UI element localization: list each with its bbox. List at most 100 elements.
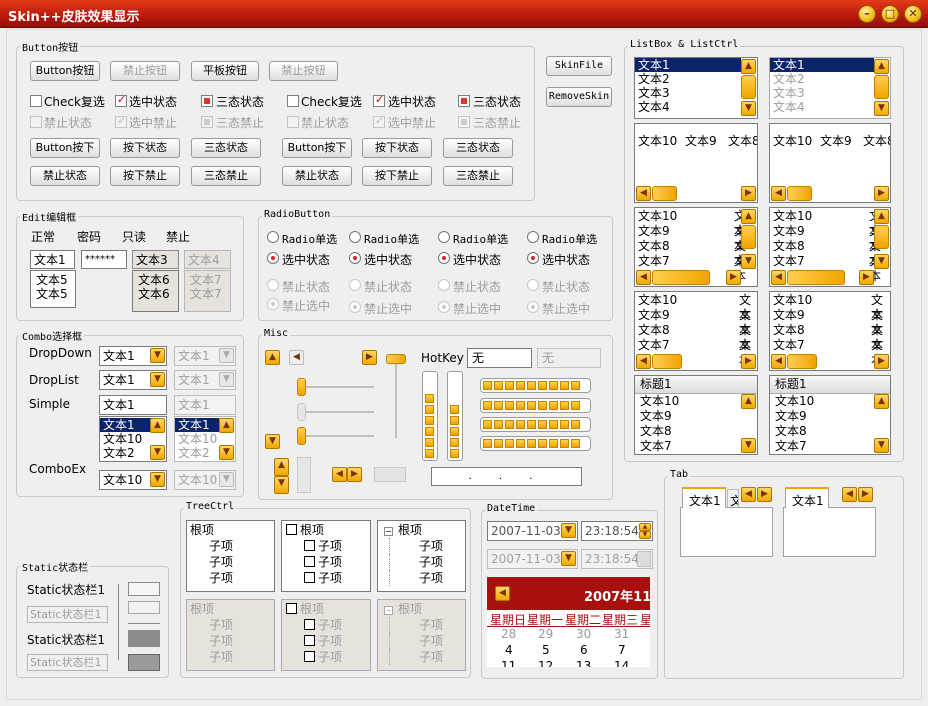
lc4-down-icon[interactable]: ▼ xyxy=(874,254,889,269)
listctrl-report-1[interactable]: 标题1 文本10 文本9 文本8 文本7 ▲ ▼ xyxy=(634,375,758,455)
slider-thumb-1[interactable] xyxy=(297,378,306,396)
edit-multiline-readonly[interactable]: 文本6 文本6 xyxy=(132,270,179,312)
time-up-icon[interactable]: ▲ xyxy=(639,523,651,531)
lc8-row-3[interactable]: 文本8 xyxy=(770,424,890,439)
cal-day[interactable]: 30 xyxy=(576,627,591,641)
droplist-arrow-icon[interactable]: ▼ xyxy=(150,372,165,387)
lc2-item-2[interactable]: 文本9 xyxy=(820,132,852,149)
pushlike-dis-6[interactable]: 三态禁止 xyxy=(443,166,513,186)
comboex-arrow-icon[interactable]: ▼ xyxy=(150,472,165,487)
lc8-up-icon[interactable]: ▲ xyxy=(874,394,889,409)
radio-dis-1[interactable] xyxy=(267,279,279,291)
month-calendar[interactable]: ◀ 2007年11月 星期日 星期一 星期二 星期三 星 28 29 30 31… xyxy=(487,577,650,667)
tree-2[interactable]: 根项 子项 子项 子项 xyxy=(281,520,371,592)
lc2-item-3[interactable]: 文本8 xyxy=(863,132,890,149)
radio-dison-1[interactable] xyxy=(267,298,279,310)
edit-normal[interactable]: 文本1 xyxy=(30,250,75,269)
pushlike-button-3[interactable]: 三态状态 xyxy=(191,138,261,158)
dropdown-arrow-icon[interactable]: ▼ xyxy=(150,348,165,363)
pushlike-dis-1[interactable]: 禁止状态 xyxy=(30,166,100,186)
tree-2-disabled[interactable]: 根项 子项 子项 子项 xyxy=(281,599,371,671)
lc3-hthumb[interactable] xyxy=(652,270,710,285)
cal-day[interactable]: 28 xyxy=(501,627,516,641)
simple-list-item-1[interactable]: 文本1 xyxy=(100,418,151,432)
lc8-header[interactable]: 标题1 xyxy=(770,376,890,394)
listctrl-report-2[interactable]: 标题1 文本10 文本9 文本8 文本7 ▲ ▼ xyxy=(769,375,891,455)
tree2-child-checkbox-icon[interactable] xyxy=(304,572,315,583)
tree1-child-3[interactable]: 子项 xyxy=(187,570,274,586)
checkbox-dis-4[interactable] xyxy=(287,116,299,128)
pushlike-button-5[interactable]: 按下状态 xyxy=(362,138,432,158)
radio-on-2[interactable] xyxy=(349,252,361,264)
listctrl-small-1[interactable]: 文本10文本 文本9文本 文本8文本 文本7文本 ▲ ▼ ◀ ▶ xyxy=(634,207,758,287)
edit-readonly[interactable]: 文本3 xyxy=(132,250,179,269)
lc7-up-icon[interactable]: ▲ xyxy=(741,394,756,409)
cal-day[interactable]: 6 xyxy=(580,643,588,657)
pushlike-button-2[interactable]: 按下状态 xyxy=(110,138,180,158)
hotkey-input-disabled[interactable]: 无 xyxy=(537,348,601,368)
checkbox-6[interactable] xyxy=(458,95,470,107)
checkbox-dis-6[interactable] xyxy=(458,116,470,128)
edit-disabled[interactable]: 文本4 xyxy=(184,250,231,269)
lc8-down-icon[interactable]: ▼ xyxy=(874,438,889,453)
checkbox-dis-5[interactable] xyxy=(373,114,385,128)
pushlike-button-4[interactable]: Button按下 xyxy=(282,138,352,158)
time-picker[interactable]: 23:18:54 ▲ ▼ xyxy=(581,521,653,541)
lc3-vthumb[interactable] xyxy=(741,225,756,249)
tree1-child-1[interactable]: 子项 xyxy=(187,538,274,554)
comboex-combo[interactable]: 文本10 ▼ xyxy=(99,470,167,490)
lc5-left-icon[interactable]: ◀ xyxy=(636,354,651,369)
lc8-row-1[interactable]: 文本10 xyxy=(770,394,890,409)
tree3-child-2[interactable]: 子项 xyxy=(389,554,465,570)
date-dropdown-icon[interactable]: ▼ xyxy=(561,523,576,538)
tab1-next[interactable]: 文 xyxy=(727,489,739,507)
lc6-left-icon[interactable]: ◀ xyxy=(771,354,786,369)
button-disabled[interactable]: 禁止按钮 xyxy=(110,61,180,81)
simple-list-down-icon[interactable]: ▼ xyxy=(150,445,165,460)
listctrl-small-2[interactable]: 文本10文本 文本9文本 文本8文本 文本7文本 ▲ ▼ ◀ ▶ xyxy=(769,207,891,287)
lc7-row-1[interactable]: 文本10 xyxy=(635,394,757,409)
checkbox-4[interactable] xyxy=(287,95,299,107)
radio-2[interactable] xyxy=(349,231,361,243)
date-picker-disabled[interactable]: 2007-11-03 ▼ xyxy=(487,549,578,569)
lc1-left-icon[interactable]: ◀ xyxy=(636,186,651,201)
lc5-hthumb[interactable] xyxy=(652,354,682,369)
radio-4[interactable] xyxy=(527,231,539,243)
lc1-item-2[interactable]: 文本9 xyxy=(685,132,717,149)
lc2-left-icon[interactable]: ◀ xyxy=(771,186,786,201)
lc7-row-4[interactable]: 文本7 xyxy=(635,439,757,454)
radio-on-3[interactable] xyxy=(438,252,450,264)
listbox-2[interactable]: 文本1 文本2 文本3 文本4 ▲ ▼ xyxy=(769,57,891,119)
checkbox-dis-3[interactable] xyxy=(201,116,213,128)
radio-dison-3[interactable] xyxy=(438,301,450,313)
listbox1-up-icon[interactable]: ▲ xyxy=(741,59,756,74)
checkbox-1[interactable] xyxy=(30,95,42,107)
cal-day[interactable]: 7 xyxy=(618,643,626,657)
time-down-icon[interactable]: ▼ xyxy=(639,531,651,539)
hotkey-input[interactable]: 无 xyxy=(467,348,532,368)
pushlike-dis-2[interactable]: 按下禁止 xyxy=(110,166,180,186)
listbox1-down-icon[interactable]: ▼ xyxy=(741,101,756,116)
tab1-active[interactable]: 文本1 xyxy=(682,487,726,508)
lc4-vthumb[interactable] xyxy=(874,225,889,249)
simple-list-up-icon[interactable]: ▲ xyxy=(150,418,165,433)
edit-password[interactable]: ****** xyxy=(81,250,127,269)
slider-thumb-2[interactable] xyxy=(297,403,306,421)
comboex-combo-disabled[interactable]: 文本10 ▼ xyxy=(174,470,236,490)
cal-day[interactable]: 4 xyxy=(505,643,513,657)
radio-on-4[interactable] xyxy=(527,252,539,264)
spin-down-icon[interactable]: ▼ xyxy=(274,476,289,494)
pushlike-dis-3[interactable]: 三态禁止 xyxy=(191,166,261,186)
lc7-row-3[interactable]: 文本8 xyxy=(635,424,757,439)
lc3-left-icon[interactable]: ◀ xyxy=(636,270,651,285)
edit-multiline-normal[interactable]: 文本5 文本5 xyxy=(30,270,76,308)
tab2-active[interactable]: 文本1 xyxy=(785,487,829,508)
hscroll-right-icon[interactable]: ▶ xyxy=(362,350,377,365)
spin-right-icon[interactable]: ▶ xyxy=(347,467,362,482)
lc2-right-icon[interactable]: ▶ xyxy=(874,186,889,201)
dropdown-combo-disabled[interactable]: 文本1 ▼ xyxy=(174,346,236,366)
cal-day[interactable]: 31 xyxy=(614,627,629,641)
cal-day[interactable]: 12 xyxy=(538,659,553,667)
checkbox-3[interactable] xyxy=(201,95,213,107)
tree-1-disabled[interactable]: 根项 子项 子项 子项 xyxy=(186,599,275,671)
